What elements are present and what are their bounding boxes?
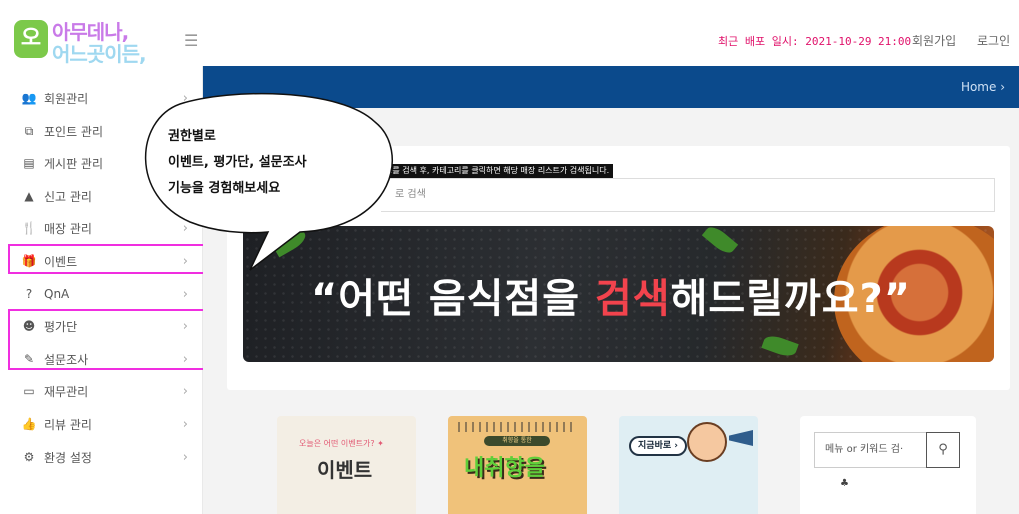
gear-icon: ⚙ [23, 450, 35, 464]
sidebar-item-4[interactable]: 🍴 매장 관리 › [12, 212, 200, 244]
chevron-right-icon: › [182, 286, 188, 302]
sidebar-item-9[interactable]: ▭ 재무관리 › [12, 375, 200, 407]
sidebar-item-10[interactable]: 👍 리뷰 관리 › [12, 408, 200, 440]
callout-text: 권한별로 이벤트, 평가단, 설문조사 기능을 경험해보세요 [168, 124, 307, 202]
menu-search-card: 메뉴 or 키워드 검· ⚲ ♣ [800, 416, 976, 514]
login-link[interactable]: 로그인 [977, 32, 1010, 49]
taste-card-title: 내취향을 [464, 456, 545, 481]
taste-card-subtitle: 취향을 통한 [484, 436, 550, 446]
sidebar-item-label: 게시판 관리 [44, 156, 104, 171]
sidebar-item-label: 재무관리 [44, 384, 89, 399]
banner-title-highlight: 검색 [594, 276, 671, 322]
search-icon[interactable]: ⚲ [926, 432, 960, 468]
taste-card[interactable]: 취향을 통한 내취향을 [448, 416, 587, 514]
banner-title: “어떤 음식점을 검색해드릴까요?” [311, 266, 911, 324]
banner-quote-open: “ [311, 276, 339, 322]
search-hint-tooltip: 소를 검색 후, 카테고리를 클릭하면 해당 매장 리스트가 검색됩니다. [381, 164, 614, 178]
breadcrumb-home[interactable]: Home › [961, 80, 1005, 94]
document-icon: ▤ [23, 156, 35, 170]
sidebar-item-0[interactable]: 👥 회원관리 › [12, 82, 200, 114]
event-highlight-box [8, 244, 205, 274]
page-header-band: Home › [203, 66, 1019, 108]
chevron-right-icon: › [182, 220, 188, 236]
deploy-status: 최근 배포 일시: 2021-10-29 21:00 [718, 35, 912, 48]
spiral-binding [458, 422, 576, 432]
now-card[interactable]: 지금바로 › [619, 416, 758, 514]
sidebar-item-label: 회원관리 [44, 91, 89, 106]
sidebar-item-label: 리뷰 관리 [44, 417, 92, 432]
banner-title-part2: 해드릴까요? [670, 276, 884, 322]
club-icon: ♣ [840, 478, 849, 489]
event-card[interactable]: 오늘은 어떤 이벤트가? ✦ 이벤트 [277, 416, 416, 514]
person-illustration [687, 422, 727, 462]
logo-badge: 오 [14, 20, 48, 58]
admin-page: 오 아무데나, 어느곳이든, ☰ 최근 배포 일시: 2021-10-29 21… [0, 0, 1019, 514]
chevron-right-icon: › [182, 416, 188, 432]
banner-title-part1: 어떤 음식점을 [338, 276, 595, 322]
sidebar-item-label: 신고 관리 [44, 189, 92, 204]
signup-link[interactable]: 회원가입 [912, 32, 956, 49]
users-icon: 👥 [21, 91, 37, 105]
callout-line1: 권한별로 [168, 129, 216, 144]
now-badge: 지금바로 › [629, 436, 687, 456]
megaphone-icon [729, 430, 753, 446]
search-banner: “어떤 음식점을 검색해드릴까요?” [243, 226, 994, 362]
question-icon: ? [25, 287, 33, 301]
evaluation-survey-highlight-box [8, 309, 205, 370]
callout-line2: 이벤트, 평가단, 설문조사 [168, 155, 307, 170]
card-icon: ▭ [23, 384, 35, 398]
callout-line3: 기능을 경험해보세요 [168, 181, 281, 196]
sidebar-item-6[interactable]: ? QnA › [12, 278, 200, 310]
event-card-title: 이벤트 [317, 458, 373, 482]
hamburger-icon[interactable]: ☰ [184, 31, 198, 50]
banner-quote-close: ” [883, 276, 912, 322]
sidebar-item-label: QnA [44, 287, 70, 301]
logo[interactable]: 오 아무데나, 어느곳이든, [14, 16, 164, 66]
search-input[interactable]: 로 검색 [381, 178, 995, 212]
logo-text-line2: 어느곳이든, [52, 42, 147, 66]
point-icon: ⧉ [24, 123, 34, 138]
chevron-right-icon: › [182, 383, 188, 399]
warning-icon: ▲ [24, 189, 34, 203]
menu-keyword-search-input[interactable]: 메뉴 or 키워드 검· [814, 432, 926, 468]
chevron-right-icon: › [182, 90, 188, 106]
event-card-subtitle: 오늘은 어떤 이벤트가? ✦ [299, 439, 384, 448]
sidebar-item-label: 포인트 관리 [44, 124, 104, 139]
chevron-right-icon: › [182, 449, 188, 465]
sidebar-item-label: 매장 관리 [44, 221, 92, 236]
restaurant-icon: 🍴 [21, 221, 37, 235]
top-bar: 오 아무데나, 어느곳이든, ☰ 최근 배포 일시: 2021-10-29 21… [0, 0, 1019, 66]
sidebar-item-label: 환경 설정 [44, 450, 92, 465]
thumbs-up-icon: 👍 [21, 417, 37, 431]
sidebar-item-11[interactable]: ⚙ 환경 설정 › [12, 441, 200, 473]
